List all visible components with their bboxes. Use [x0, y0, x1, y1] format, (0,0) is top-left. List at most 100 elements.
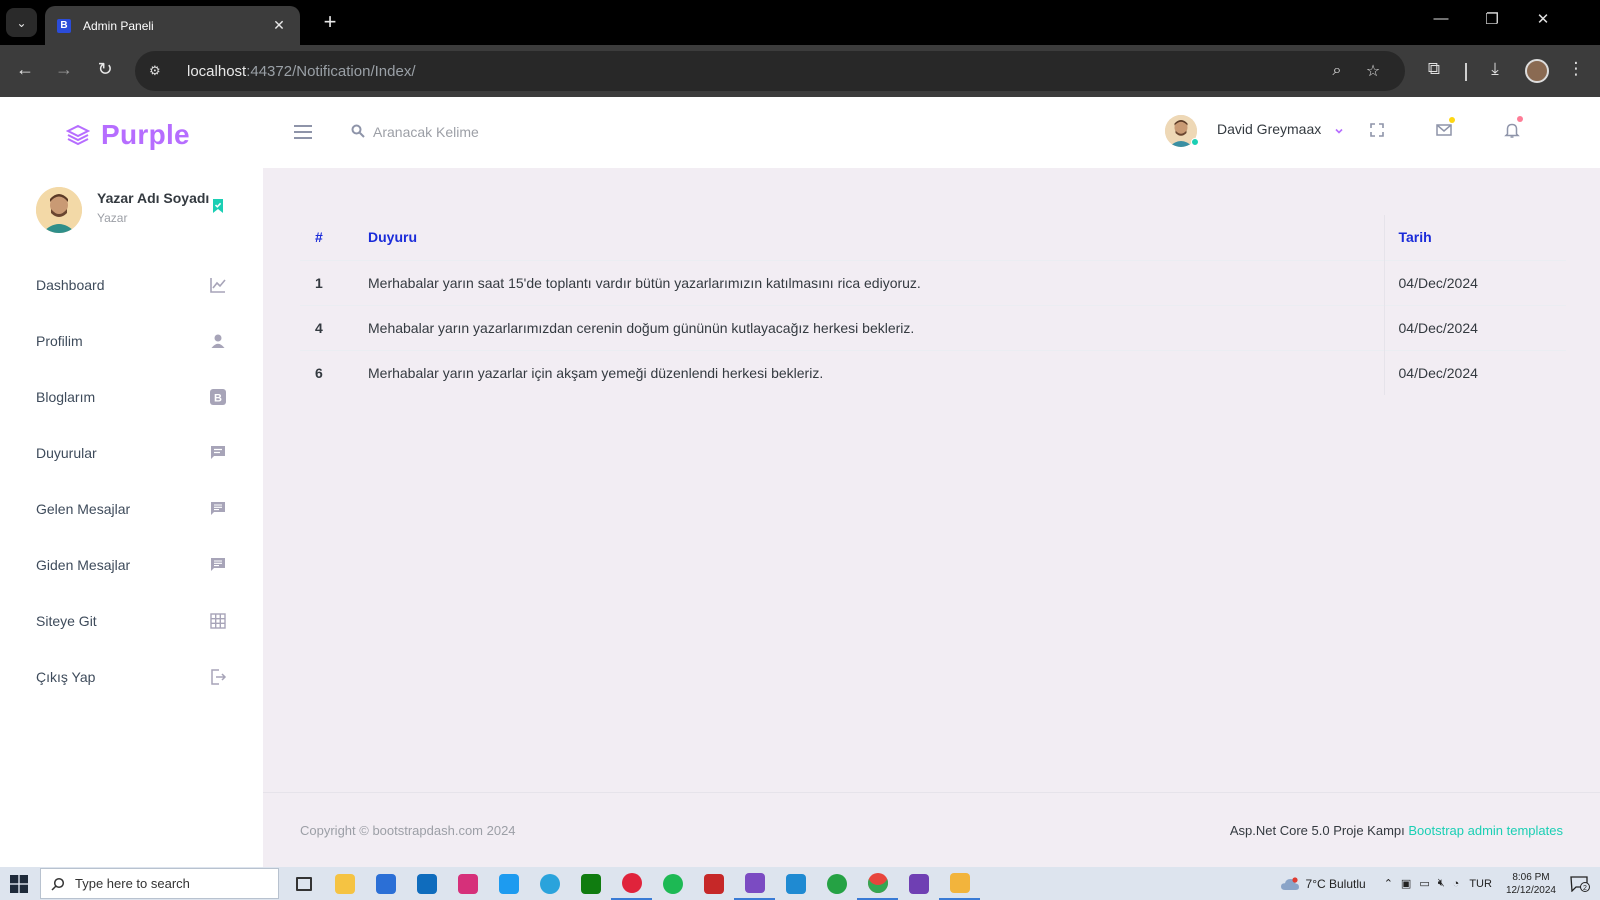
forward-button[interactable]: → — [52, 59, 76, 80]
row-text: Merhabalar yarın saat 15'de toplantı var… — [368, 259, 1385, 305]
restore-button[interactable]: ❐ — [1477, 10, 1507, 28]
footer-credits: Asp.Net Core 5.0 Proje Kampı Bootstrap a… — [1230, 823, 1563, 838]
file-explorer-icon[interactable] — [324, 867, 365, 900]
row-id: 6 — [300, 349, 368, 395]
message-text-icon — [211, 446, 225, 459]
sidebar-item-label: Profilim — [36, 333, 83, 349]
sidebar-item-duyurular[interactable]: Duyurular — [0, 425, 263, 481]
sidebar-item-label: Bloglarım — [36, 389, 96, 405]
notification-count: 2 — [1583, 885, 1587, 892]
row-date: 04/Dec/2024 — [1384, 349, 1566, 395]
brand-logo[interactable]: Purple — [66, 119, 190, 151]
site-info-icon[interactable]: ⚙ — [149, 63, 175, 79]
tab-favicon: B — [57, 18, 71, 33]
task-view-icon[interactable] — [283, 867, 324, 900]
windows-start-icon[interactable] — [10, 875, 28, 893]
outlook-icon[interactable] — [406, 867, 447, 900]
address-bar[interactable]: ⚙ localhost:44372/Notification/Index/ ⌕ … — [135, 51, 1405, 91]
layers-icon — [66, 124, 90, 146]
profile-role: Yazar — [97, 211, 128, 225]
opera-icon[interactable] — [611, 867, 652, 900]
battery-icon[interactable]: ▭ — [1419, 877, 1429, 890]
sidebar-item-gelen-mesajlar[interactable]: Gelen Mesajlar — [0, 481, 263, 537]
mail-notification-dot — [1449, 117, 1455, 123]
window-close-button[interactable]: ✕ — [1528, 10, 1558, 28]
sidebar-item-siteye-git[interactable]: Siteye Git — [0, 593, 263, 649]
logout-icon — [211, 669, 227, 685]
taskbar-apps — [283, 867, 980, 900]
weather-text[interactable]: 7°C Bulutlu — [1306, 877, 1366, 891]
menu-toggle-icon[interactable] — [294, 125, 312, 139]
bookmark-check-icon — [213, 199, 223, 213]
grid-icon — [210, 613, 226, 629]
sidebar-item-bloglarim[interactable]: Bloglarım B — [0, 369, 263, 425]
app-red-icon[interactable] — [693, 867, 734, 900]
vscode-icon[interactable] — [775, 867, 816, 900]
avatar — [36, 187, 82, 233]
taskbar-search[interactable]: Type here to search — [40, 868, 279, 899]
minimize-button[interactable]: — — [1426, 10, 1456, 27]
browser-menu-icon[interactable]: ⋮ — [1563, 59, 1589, 79]
sidebar-item-giden-mesajlar[interactable]: Giden Mesajlar — [0, 537, 263, 593]
row-text: Merhabalar yarın yazarlar için akşam yem… — [368, 349, 1385, 395]
browser-tab-active[interactable]: B Admin Paneli ✕ — [45, 6, 300, 45]
sidebar-item-label: Duyurular — [36, 445, 97, 461]
notifications-table: # Duyuru Tarih 1 Merhabalar yarın saat 1… — [300, 215, 1566, 395]
sidebar-item-cikis-yap[interactable]: Çıkış Yap — [0, 649, 263, 705]
downloads-icon[interactable]: ⤓ — [1482, 59, 1508, 79]
bell-icon[interactable] — [1503, 121, 1521, 139]
sidebar-item-label: Çıkış Yap — [36, 669, 96, 685]
tab-title: Admin Paneli — [83, 18, 154, 33]
table-row: 4 Mehabalar yarın yazarlarımızdan cereni… — [300, 304, 1566, 350]
sidebar-item-dashboard[interactable]: Dashboard — [0, 257, 263, 313]
fullscreen-icon[interactable] — [1368, 121, 1386, 139]
search-input[interactable] — [373, 119, 633, 145]
chevron-up-icon[interactable]: ⌃ — [1384, 877, 1393, 890]
twitter-icon[interactable] — [488, 867, 529, 900]
cloud-icon[interactable] — [1280, 876, 1300, 891]
bookmark-star-icon[interactable]: ☆ — [1355, 61, 1391, 81]
notifications-card: # Duyuru Tarih 1 Merhabalar yarın saat 1… — [300, 215, 1566, 395]
tab-search-button[interactable]: ⌄ — [6, 8, 37, 37]
chevron-down-icon[interactable] — [1334, 126, 1344, 136]
clock[interactable]: 8:06 PM 12/12/2024 — [1506, 871, 1556, 897]
tray-icons: ⌃ ▣ ▭ 🔇︎ ◔ — [1384, 877, 1460, 890]
language-indicator[interactable]: TUR — [1469, 878, 1492, 890]
telegram-icon[interactable] — [529, 867, 570, 900]
user-name[interactable]: David Greymaax — [1217, 121, 1321, 137]
sidebar-item-profilim[interactable]: Profilim — [0, 313, 263, 369]
volume-muted-icon[interactable]: 🔇︎ — [1438, 877, 1445, 890]
xbox-icon[interactable] — [570, 867, 611, 900]
zoom-icon[interactable]: ⌕ — [1319, 62, 1355, 80]
instagram-icon[interactable] — [447, 867, 488, 900]
reload-button[interactable]: ↻ — [93, 59, 117, 80]
tab-close-button[interactable]: ✕ — [270, 17, 288, 34]
online-status-dot — [1191, 138, 1199, 146]
visual-studio-2-icon[interactable] — [898, 867, 939, 900]
brand-name: Purple — [101, 119, 190, 150]
footer-template-link[interactable]: Bootstrap admin templates — [1408, 823, 1563, 838]
visual-studio-icon[interactable] — [734, 867, 775, 900]
spotify-icon[interactable] — [652, 867, 693, 900]
sidebar-profile[interactable]: Yazar Adı Soyadı Yazar — [36, 187, 236, 235]
chrome-icon[interactable] — [857, 867, 898, 900]
new-tab-button[interactable]: + — [318, 10, 342, 34]
mail-icon[interactable] — [1435, 121, 1453, 139]
url-text[interactable]: localhost:44372/Notification/Index/ — [187, 63, 1319, 80]
extensions-icon[interactable]: ⧉ — [1421, 59, 1447, 79]
table-header-row: # Duyuru Tarih — [300, 215, 1566, 260]
notifications-icon[interactable]: 2 — [1570, 875, 1590, 892]
browser-profile-avatar[interactable] — [1525, 59, 1549, 83]
search-icon — [51, 877, 65, 891]
back-button[interactable]: ← — [13, 59, 37, 80]
wifi-icon[interactable]: ◔ — [1453, 878, 1460, 890]
whatsapp-icon[interactable] — [816, 867, 857, 900]
paint-icon[interactable] — [939, 867, 980, 900]
store-icon[interactable] — [365, 867, 406, 900]
sidebar: Purple Yazar Adı Soyadı Yazar Dashboard … — [0, 97, 263, 867]
clock-date: 12/12/2024 — [1505, 884, 1556, 896]
header-announcement: Duyuru — [368, 215, 1385, 260]
network-icon[interactable]: ▣ — [1401, 877, 1411, 890]
header-date: Tarih — [1398, 229, 1432, 246]
table-row: 6 Merhabalar yarın yazarlar için akşam y… — [300, 349, 1566, 395]
